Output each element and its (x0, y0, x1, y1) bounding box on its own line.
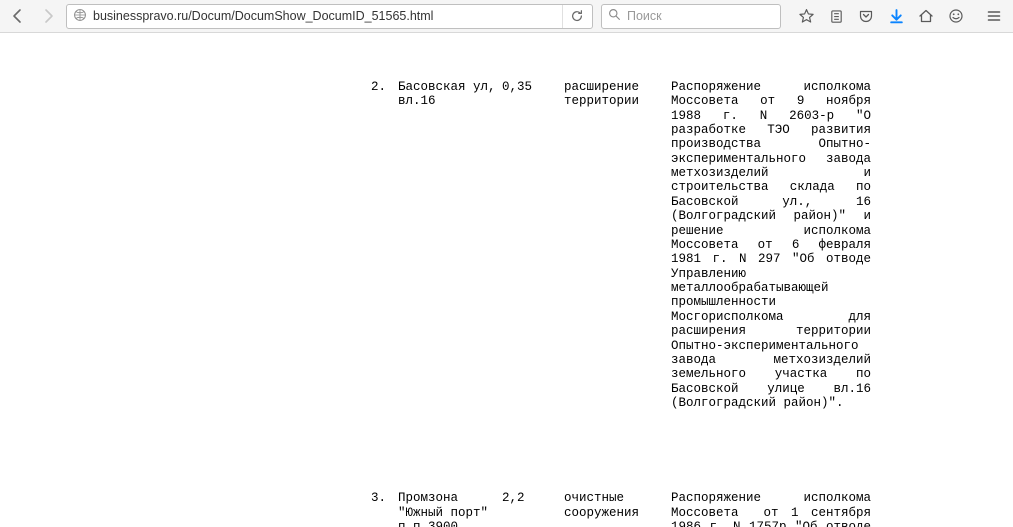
toolbar-actions (791, 3, 1009, 29)
menu-icon[interactable] (979, 3, 1009, 29)
search-icon (608, 8, 621, 24)
page-content[interactable]: 2. Басовская ул, вл.16 0,35 расширение т… (0, 33, 1013, 527)
url-bar[interactable]: businesspravo.ru/Docum/DocumShow_DocumID… (66, 4, 593, 29)
smiley-icon[interactable] (941, 3, 971, 29)
search-placeholder: Поиск (627, 9, 662, 23)
row-basis: Распоряжение исполкома Моссовета от 1 се… (671, 491, 871, 527)
table-row: 3. Промзона "Южный порт" п.п.3900 2,2 оч… (0, 491, 1013, 527)
table-row: 2. Басовская ул, вл.16 0,35 расширение т… (0, 80, 1013, 411)
downloads-icon[interactable] (881, 3, 911, 29)
row-purpose: расширение территории (564, 80, 659, 109)
row-basis: Распоряжение исполкома Моссовета от 9 но… (671, 80, 871, 411)
reading-list-icon[interactable] (821, 3, 851, 29)
url-text: businesspravo.ru/Docum/DocumShow_DocumID… (93, 9, 562, 23)
bookmark-star-icon[interactable] (791, 3, 821, 29)
row-address: Промзона "Южный порт" п.п.3900 (398, 491, 498, 527)
row-number: 2. (356, 80, 386, 94)
row-address: Басовская ул, вл.16 (398, 80, 498, 109)
back-button[interactable] (4, 3, 32, 29)
document-body: 2. Басовская ул, вл.16 0,35 расширение т… (0, 33, 1013, 527)
reload-button[interactable] (562, 5, 590, 28)
pocket-icon[interactable] (851, 3, 881, 29)
globe-icon (73, 8, 87, 25)
row-value: 0,35 (502, 80, 552, 94)
row-purpose: очистные сооружения (564, 491, 659, 520)
browser-toolbar: businesspravo.ru/Docum/DocumShow_DocumID… (0, 0, 1013, 33)
forward-button (34, 3, 62, 29)
home-icon[interactable] (911, 3, 941, 29)
row-number: 3. (356, 491, 386, 505)
row-value: 2,2 (502, 491, 552, 505)
search-bar[interactable]: Поиск (601, 4, 781, 29)
